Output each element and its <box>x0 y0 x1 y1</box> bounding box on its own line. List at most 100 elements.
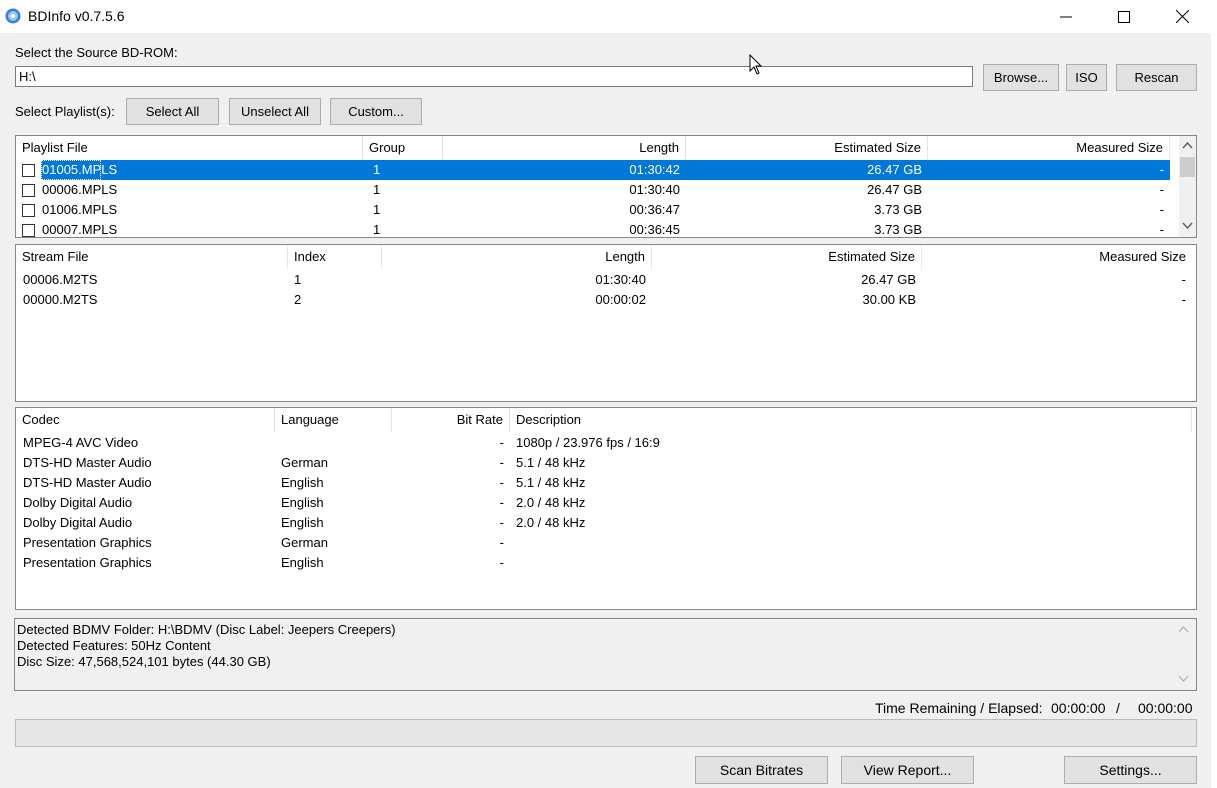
language-cell <box>275 433 392 453</box>
header-index[interactable]: Index <box>288 245 382 269</box>
language-cell: German <box>281 535 328 550</box>
estimated-size-cell: 26.47 GB <box>867 182 922 197</box>
scroll-down-icon[interactable] <box>1178 675 1189 683</box>
scan-progress-bar <box>15 719 1197 747</box>
codec-cell: Dolby Digital Audio <box>23 515 133 530</box>
language-cell: English <box>281 515 324 530</box>
settings-button[interactable]: Settings... <box>1064 756 1197 784</box>
codec-cell: DTS-HD Master Audio <box>23 475 152 490</box>
scroll-up-icon[interactable] <box>1178 625 1189 633</box>
browse-button[interactable]: Browse... <box>983 64 1059 91</box>
language-cell: English <box>281 495 324 510</box>
length-cell: 00:36:45 <box>629 222 680 237</box>
estimated-size-cell: 26.47 GB <box>861 272 916 287</box>
scroll-up-icon[interactable] <box>1182 141 1193 149</box>
measured-size-cell: - <box>1159 182 1164 197</box>
table-row[interactable]: 00007.MPLS 1 00:36:45 3.73 GB - <box>16 220 1170 237</box>
table-row[interactable]: DTS-HD Master Audio English - 5.1 / 48 k… <box>16 473 1192 493</box>
mouse-cursor-icon <box>749 54 763 75</box>
header-bit-rate[interactable]: Bit Rate <box>392 408 510 432</box>
description-cell: 2.0 / 48 kHz <box>516 515 586 530</box>
stream-file-cell: 00000.M2TS <box>23 292 98 307</box>
estimated-size-cell: 30.00 KB <box>862 292 917 307</box>
header-group[interactable]: Group <box>363 136 443 160</box>
log-line: Detected BDMV Folder: H:\BDMV (Disc Labe… <box>17 622 396 637</box>
table-row[interactable]: MPEG-4 AVC Video - 1080p / 23.976 fps / … <box>16 433 1192 453</box>
header-description[interactable]: Description <box>510 408 1192 432</box>
bit-rate-cell: - <box>499 495 504 510</box>
minimize-icon <box>1060 16 1072 17</box>
iso-button[interactable]: ISO <box>1066 64 1107 91</box>
header-length[interactable]: Length <box>443 136 686 160</box>
close-button[interactable] <box>1153 0 1211 33</box>
table-row[interactable]: Dolby Digital Audio English - 2.0 / 48 k… <box>16 513 1192 533</box>
table-row[interactable]: Presentation Graphics English - <box>16 553 1192 573</box>
source-path-input[interactable]: H:\ <box>15 66 973 87</box>
description-cell <box>510 533 1192 553</box>
header-estimated-size[interactable]: Estimated Size <box>686 136 928 160</box>
header-playlist-file[interactable]: Playlist File <box>16 136 363 160</box>
playlist-scrollbar[interactable] <box>1179 136 1196 237</box>
playlist-file-cell: 00006.MPLS <box>42 182 118 197</box>
window-title: BDInfo v0.7.5.6 <box>28 8 125 24</box>
close-icon <box>1175 10 1189 23</box>
length-cell: 00:00:02 <box>595 292 646 307</box>
view-report-button[interactable]: View Report... <box>841 756 974 784</box>
scroll-down-icon[interactable] <box>1182 222 1193 230</box>
measured-size-cell: - <box>1181 272 1186 287</box>
codec-table[interactable]: Codec Language Bit Rate Description MPEG… <box>15 407 1197 610</box>
maximize-button[interactable] <box>1095 0 1153 33</box>
header-stream-file[interactable]: Stream File <box>16 245 288 269</box>
length-cell: 01:30:40 <box>595 272 646 287</box>
header-codec[interactable]: Codec <box>16 408 275 432</box>
log-textbox[interactable]: Detected BDMV Folder: H:\BDMV (Disc Labe… <box>14 618 1197 691</box>
measured-size-cell: - <box>1159 222 1164 237</box>
unselect-all-button[interactable]: Unselect All <box>229 98 321 125</box>
scroll-thumb[interactable] <box>1180 157 1195 177</box>
row-checkbox[interactable] <box>22 224 35 237</box>
header-measured-size[interactable]: Measured Size <box>928 136 1170 160</box>
table-row[interactable]: 01005.MPLS 1 01:30:42 26.47 GB - <box>16 160 1170 180</box>
maximize-icon <box>1118 10 1130 23</box>
source-label: Select the Source BD-ROM: <box>15 45 178 60</box>
bit-rate-cell: - <box>499 555 504 570</box>
length-cell: 00:36:47 <box>629 202 680 217</box>
table-row[interactable]: Dolby Digital Audio English - 2.0 / 48 k… <box>16 493 1192 513</box>
playlist-table[interactable]: Playlist File Group Length Estimated Siz… <box>15 135 1197 238</box>
select-all-button[interactable]: Select All <box>126 98 219 125</box>
header-length[interactable]: Length <box>382 245 652 269</box>
group-cell: 1 <box>373 202 381 217</box>
table-row[interactable]: 00006.M2TS 1 01:30:40 26.47 GB - <box>16 270 1192 290</box>
table-row[interactable]: DTS-HD Master Audio German - 5.1 / 48 kH… <box>16 453 1192 473</box>
header-language[interactable]: Language <box>275 408 392 432</box>
scan-bitrates-button[interactable]: Scan Bitrates <box>695 756 828 784</box>
time-separator: / <box>1116 700 1120 716</box>
table-row[interactable]: 00006.MPLS 1 01:30:40 26.47 GB - <box>16 180 1170 200</box>
codec-cell: Dolby Digital Audio <box>23 495 133 510</box>
time-remaining-value: 00:00:00 <box>1051 700 1106 716</box>
length-cell: 01:30:40 <box>629 182 680 197</box>
table-row[interactable]: Presentation Graphics German - <box>16 533 1192 553</box>
group-cell: 1 <box>373 182 381 197</box>
row-checkbox[interactable] <box>22 184 35 197</box>
table-row[interactable]: 00000.M2TS 2 00:00:02 30.00 KB - <box>16 290 1192 310</box>
measured-size-cell: - <box>1181 292 1186 307</box>
playlist-file-cell: 00007.MPLS <box>42 222 118 237</box>
rescan-button[interactable]: Rescan <box>1116 64 1197 91</box>
bit-rate-cell: - <box>499 435 504 450</box>
table-row[interactable]: 01006.MPLS 1 00:36:47 3.73 GB - <box>16 200 1170 220</box>
row-checkbox[interactable] <box>22 164 35 177</box>
codec-cell: MPEG-4 AVC Video <box>23 435 139 450</box>
bit-rate-cell: - <box>499 475 504 490</box>
group-cell: 1 <box>373 162 381 177</box>
title-bar[interactable]: BDInfo v0.7.5.6 <box>0 0 1211 33</box>
custom-button[interactable]: Custom... <box>330 98 422 125</box>
header-estimated-size[interactable]: Estimated Size <box>652 245 922 269</box>
stream-file-cell: 00006.M2TS <box>23 272 98 287</box>
stream-table[interactable]: Stream File Index Length Estimated Size … <box>15 244 1197 402</box>
header-measured-size[interactable]: Measured Size <box>922 245 1192 269</box>
minimize-button[interactable] <box>1037 0 1095 33</box>
playlist-file-cell: 01005.MPLS <box>42 162 118 177</box>
bit-rate-cell: - <box>499 455 504 470</box>
row-checkbox[interactable] <box>22 204 35 217</box>
